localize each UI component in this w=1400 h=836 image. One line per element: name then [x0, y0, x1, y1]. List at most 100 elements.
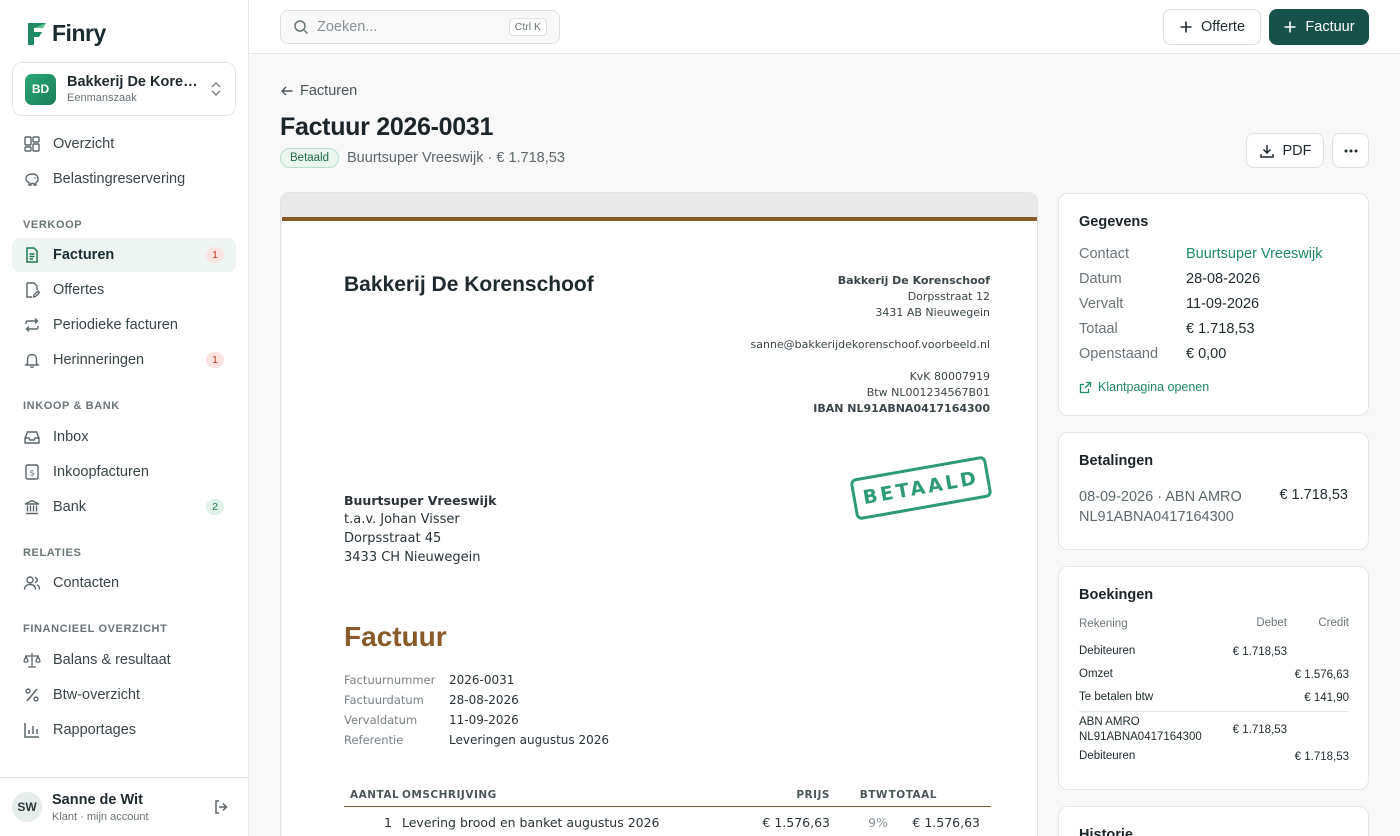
repeat-icon	[25, 318, 39, 332]
meta-row: Factuurdatum 28-08-2026	[344, 690, 609, 710]
col-total: TOTAAL	[888, 788, 937, 801]
receipt-icon: $	[25, 464, 39, 480]
back-link[interactable]: Facturen	[280, 83, 357, 99]
logo[interactable]: Finry	[26, 20, 106, 47]
booking-account: Debiteuren	[1079, 645, 1136, 657]
invoice-lines: AANTAL OMSCHRIJVING PRIJS BTW TOTAAL 1 L…	[344, 783, 991, 836]
card-title: Historie	[1079, 827, 1133, 836]
sidebar-item-periodieke-facturen[interactable]: Periodieke facturen	[12, 308, 236, 342]
meta-key: Factuurnummer	[344, 673, 436, 687]
document-icon	[26, 247, 38, 263]
user-name: Sanne de Wit	[52, 791, 143, 808]
sidebar-item-label: Overzicht	[53, 136, 115, 152]
sidebar-item-btw-overzicht[interactable]: Btw-overzicht	[12, 678, 236, 712]
line-btw: 9%	[868, 814, 888, 830]
line-price: € 1.576,63	[762, 814, 830, 830]
details-card: Gegevens Contact Buurtsuper Vreeswijk Dat…	[1058, 193, 1369, 416]
new-offerte-button[interactable]: Offerte	[1163, 9, 1261, 45]
sidebar-item-offertes[interactable]: Offertes	[12, 273, 236, 307]
sidebar-item-balans-resultaat[interactable]: Balans & resultaat	[12, 643, 236, 677]
bank-icon	[24, 499, 40, 515]
page-subtitle: Betaald Buurtsuper Vreeswijk · € 1.718,5…	[280, 148, 565, 168]
detail-key: Openstaand	[1079, 346, 1159, 362]
sidebar-item-inbox[interactable]: Inbox	[12, 420, 236, 454]
finry-logo-icon	[28, 22, 46, 45]
nav-section-relaties: RELATIES	[23, 547, 82, 559]
bookings-header: Rekening Debet Credit	[1079, 617, 1349, 633]
sidebar-item-rapportages[interactable]: Rapportages	[12, 713, 236, 747]
new-factuur-button[interactable]: Factuur	[1269, 9, 1369, 45]
chevron-up-down-icon	[211, 81, 221, 97]
sender-email: sanne@bakkerijdekorenschoof.voorbeeld.nl	[750, 338, 991, 351]
sender-btw: Btw NL001234567B01	[866, 386, 990, 399]
meta-row: Factuurnummer 2026-0031	[344, 670, 609, 690]
line-desc: Levering brood en banket augustus 2026	[402, 814, 660, 830]
svg-text:$: $	[29, 469, 34, 478]
sidebar-item-label: Inbox	[53, 429, 89, 445]
sender-kvk: KvK 80007919	[909, 370, 990, 383]
sidebar-item-belastingreservering[interactable]: Belastingreservering	[12, 162, 236, 196]
company-type: Eenmanszaak	[67, 92, 137, 104]
sidebar-item-overzicht[interactable]: Overzicht	[12, 127, 236, 161]
sidebar-item-contacten[interactable]: Contacten	[12, 566, 236, 600]
customer-page-link[interactable]: Klantpagina openen	[1079, 380, 1209, 394]
detail-value: € 0,00	[1186, 346, 1227, 362]
payments-card: Betalingen 08-09-2026 · ABN AMRO NL91ABN…	[1058, 432, 1369, 550]
detail-key: Contact	[1079, 246, 1129, 262]
bookings-card: Boekingen Rekening Debet Credit Debiteur…	[1058, 566, 1369, 790]
external-link-icon	[1079, 381, 1092, 393]
recipient-street: Dorpsstraat 45	[344, 531, 442, 546]
detail-value: 11-09-2026	[1186, 296, 1260, 312]
button-label: Factuur	[1305, 19, 1355, 35]
meta-row: Vervaldatum 11-09-2026	[344, 710, 609, 730]
invoice-document: Bakkerij De Korenschoof Bakkerij De Kore…	[282, 217, 1037, 836]
sidebar-item-inkoopfacturen[interactable]: $ Inkoopfacturen	[12, 455, 236, 489]
sidebar-item-facturen[interactable]: Facturen 1	[12, 238, 236, 272]
count-badge: 1	[206, 352, 224, 368]
search-input[interactable]: Zoeken... Ctrl K	[280, 10, 560, 44]
sidebar: Finry BD Bakkerij De Koren... Eenmanszaa…	[0, 0, 249, 836]
download-pdf-button[interactable]: PDF	[1246, 133, 1324, 168]
sidebar-item-herinneringen[interactable]: Herinneringen 1	[12, 343, 236, 377]
meta-key: Vervaldatum	[344, 713, 418, 727]
sidebar-item-bank[interactable]: Bank 2	[12, 490, 236, 524]
table-row: Te betalen btw € 141,90	[1079, 686, 1349, 709]
contact-link[interactable]: Buurtsuper Vreeswijk	[1186, 246, 1322, 262]
app-name: Finry	[52, 20, 106, 46]
company-switcher[interactable]: BD Bakkerij De Koren... Eenmanszaak	[12, 62, 236, 116]
search-placeholder: Zoeken...	[317, 19, 378, 35]
more-horizontal-icon	[1344, 149, 1357, 152]
user-account[interactable]: SW Sanne de Wit Klant · mijn account	[0, 777, 249, 836]
meta-value: 11-09-2026	[449, 713, 519, 727]
line-total: € 1.576,63	[912, 814, 980, 830]
detail-key: Datum	[1079, 271, 1122, 287]
card-title: Betalingen	[1079, 453, 1154, 469]
preview-toolbar	[281, 193, 1037, 217]
table-row: 1 Levering brood en banket augustus 2026…	[344, 807, 991, 836]
users-icon	[23, 576, 41, 590]
detail-value: 28-08-2026	[1186, 271, 1261, 287]
col-debit: Debet	[1256, 617, 1287, 629]
payment-date-bank: 08-09-2026 · ABN AMRO	[1079, 489, 1242, 505]
plus-icon	[1284, 21, 1296, 33]
avatar: SW	[12, 792, 42, 822]
button-label: Offerte	[1200, 19, 1246, 35]
topbar: Zoeken... Ctrl K Offerte Factuur	[249, 0, 1400, 54]
doc-company-name: Bakkerij De Korenschoof	[344, 273, 594, 296]
nav-section-financieel-overzicht: FINANCIEEL OVERZICHT	[23, 623, 168, 635]
meta-value: 2026-0031	[449, 673, 515, 687]
sender-city: 3431 AB Nieuwegein	[875, 306, 990, 319]
subtitle-text: Buurtsuper Vreeswijk · € 1.718,53	[347, 150, 565, 166]
plus-icon	[1180, 21, 1192, 33]
booking-account: Omzet	[1079, 668, 1113, 680]
recipient-city: 3433 CH Nieuwegein	[344, 550, 481, 565]
detail-key: Vervalt	[1079, 296, 1124, 312]
grid-icon	[24, 136, 40, 152]
sidebar-item-label: Btw-overzicht	[53, 687, 141, 703]
col-price: PRIJS	[796, 788, 830, 801]
col-credit: Credit	[1318, 617, 1349, 629]
more-actions-button[interactable]	[1332, 133, 1369, 168]
logout-icon[interactable]	[213, 799, 229, 815]
arrow-left-icon	[281, 86, 293, 96]
detail-row: Vervalt 11-09-2026	[1079, 296, 1259, 312]
